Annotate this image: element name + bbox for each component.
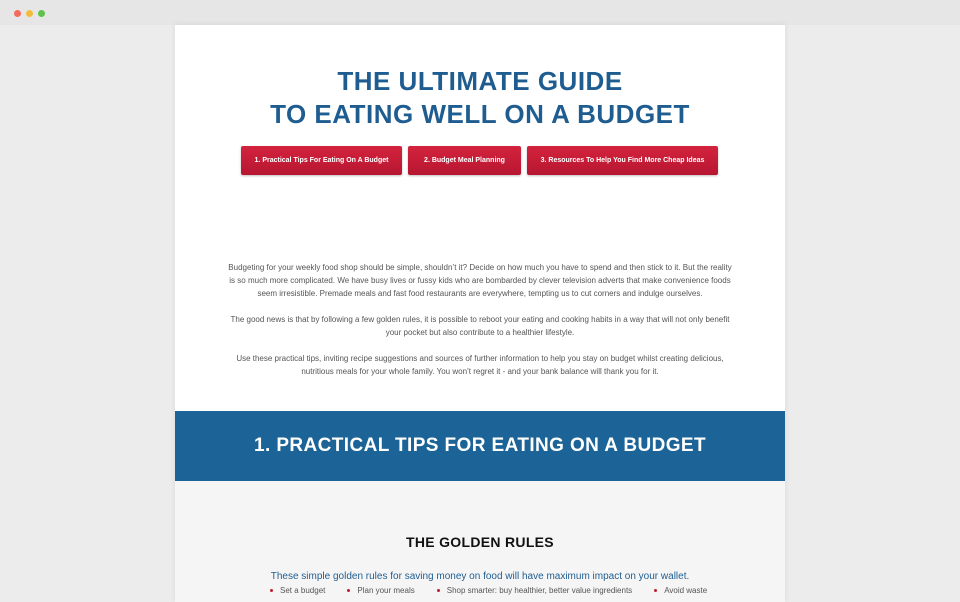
golden-rules-intro: These simple golden rules for saving mon… bbox=[270, 571, 690, 582]
section-heading: 1. PRACTICAL TIPS FOR EATING ON A BUDGET bbox=[254, 435, 706, 456]
intro-paragraph: The good news is that by following a few… bbox=[230, 315, 730, 337]
section-heading-band: 1. PRACTICAL TIPS FOR EATING ON A BUDGET bbox=[175, 411, 785, 481]
intro-paragraph: Use these practical tips, inviting recip… bbox=[236, 354, 724, 376]
rule-item: Avoid waste bbox=[654, 586, 707, 595]
maximize-window-icon[interactable] bbox=[38, 10, 45, 17]
intro-paragraph: Budgeting for your weekly food shop shou… bbox=[228, 263, 732, 298]
golden-rules-section: THE GOLDEN RULES These simple golden rul… bbox=[175, 481, 785, 602]
nav-button-resources[interactable]: 3. Resources To Help You Find More Cheap… bbox=[527, 146, 718, 175]
minimize-window-icon[interactable] bbox=[26, 10, 33, 17]
rule-item: Set a budget bbox=[270, 586, 325, 595]
rule-item: Shop smarter: buy healthier, better valu… bbox=[437, 586, 632, 595]
browser-title-bar bbox=[0, 0, 960, 25]
page-title: THE ULTIMATE GUIDE TO EATING WELL ON A B… bbox=[175, 65, 785, 131]
golden-rules-title: THE GOLDEN RULES bbox=[406, 534, 554, 550]
page-title-line2: TO EATING WELL ON A BUDGET bbox=[270, 99, 690, 129]
page-title-line1: THE ULTIMATE GUIDE bbox=[337, 66, 623, 96]
page-content: THE ULTIMATE GUIDE TO EATING WELL ON A B… bbox=[175, 25, 785, 602]
rule-item: Plan your meals bbox=[347, 586, 414, 595]
golden-rules-list: Set a budget Plan your meals Shop smarte… bbox=[270, 586, 729, 595]
nav-button-practical-tips[interactable]: 1. Practical Tips For Eating On A Budget bbox=[241, 146, 402, 175]
nav-button-meal-planning[interactable]: 2. Budget Meal Planning bbox=[408, 146, 521, 175]
close-window-icon[interactable] bbox=[14, 10, 21, 17]
